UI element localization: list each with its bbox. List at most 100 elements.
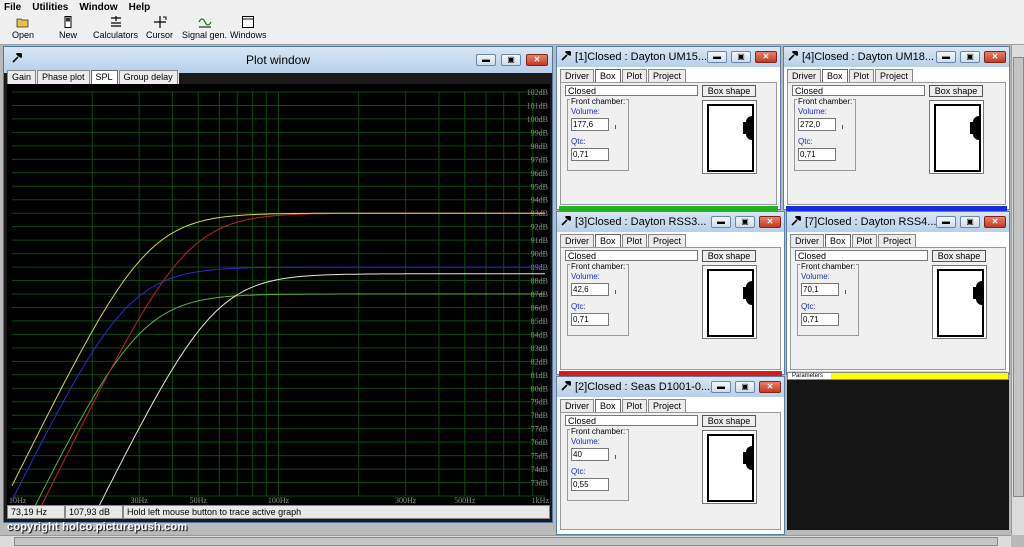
menu-help[interactable]: Help (129, 2, 151, 13)
calculators-button[interactable]: Calculators (93, 16, 138, 40)
tab-project[interactable]: Project (648, 234, 687, 247)
tab-plot[interactable]: Plot (851, 234, 878, 247)
close-button[interactable]: ✕ (759, 216, 781, 228)
tab-plot[interactable]: Plot (621, 234, 648, 247)
box-shape-button[interactable]: Box shape (702, 85, 756, 97)
volume-field[interactable]: 177,6 (571, 118, 609, 131)
box-shape-button[interactable]: Box shape (929, 85, 983, 97)
front-chamber-label: Front chamber: (800, 262, 857, 271)
enclosure-window-4: [4]Closed : Dayton UM18... ▬ ▣ ✕ Driver … (783, 46, 1010, 211)
wrench-icon (561, 50, 572, 63)
box-shape-button[interactable]: Box shape (932, 250, 986, 262)
new-button[interactable]: New (59, 16, 77, 40)
volume-label: Volume: (571, 437, 600, 446)
tab-project[interactable]: Project (875, 69, 914, 82)
maximize-button[interactable]: ▣ (735, 216, 755, 228)
minimize-button[interactable]: ▬ (711, 381, 731, 393)
menu-file[interactable]: File (4, 2, 21, 13)
maximize-button[interactable]: ▣ (960, 216, 980, 228)
qtc-field[interactable]: 0,55 (571, 478, 609, 491)
tab-spl[interactable]: SPL (90, 70, 118, 84)
enclosure-titlebar[interactable]: [7]Closed : Dayton RSS4... ▬ ▣ ✕ (787, 212, 1009, 232)
box-type-select[interactable]: Closed (565, 250, 698, 261)
enclosure-titlebar[interactable]: [4]Closed : Dayton UM18... ▬ ▣ ✕ (784, 47, 1009, 67)
tab-gain[interactable]: Gain (7, 70, 37, 84)
vertical-scrollbar[interactable] (1011, 45, 1024, 535)
volume-field[interactable]: 272,0 (798, 118, 836, 131)
enclosure-titlebar[interactable]: [1]Closed : Dayton UM15... ▬ ▣ ✕ (557, 47, 780, 67)
x-tick-label: 10Hz (9, 496, 27, 505)
tab-project[interactable]: Project (878, 234, 917, 247)
enclosure-titlebar[interactable]: [2]Closed : Seas D1001-0... ▬ ▣ ✕ (557, 377, 784, 397)
qtc-field[interactable]: 0,71 (571, 313, 609, 326)
tab-phase-plot[interactable]: Phase plot (37, 70, 90, 84)
vertical-scroll-thumb[interactable] (1013, 57, 1024, 497)
horizontal-scrollbar[interactable] (0, 535, 1011, 547)
tab-driver[interactable]: Driver (790, 234, 824, 247)
tab-group-delay[interactable]: Group delay (118, 70, 178, 84)
minimize-button[interactable]: ▬ (476, 54, 496, 66)
cursor-button[interactable]: Cursor (146, 16, 173, 40)
signal-generator-button[interactable]: Signal gen. (182, 16, 227, 40)
tab-box[interactable]: Box (595, 234, 621, 247)
close-button[interactable]: ✕ (755, 51, 777, 63)
tab-box[interactable]: Box (595, 399, 621, 412)
spl-chart[interactable]: 102dB 101dB 100dB 99dB 98dB 97dB 96dB 95dB 94dB 9… (7, 84, 550, 517)
close-button[interactable]: ✕ (526, 54, 548, 66)
front-chamber-label: Front chamber: (797, 97, 854, 106)
y-tick-label: 84dB (531, 330, 548, 339)
speaker-magnet-icon (743, 122, 749, 134)
enclosure-tabs: Driver Box Plot Project (560, 234, 687, 247)
menu-utilities[interactable]: Utilities (32, 2, 68, 13)
qtc-field[interactable]: 0,71 (571, 148, 609, 161)
box-type-select[interactable]: Closed (792, 85, 925, 96)
tab-plot[interactable]: Plot (621, 69, 648, 82)
qtc-label: Qtc: (571, 137, 586, 146)
tab-box[interactable]: Box (822, 69, 848, 82)
close-button[interactable]: ✕ (984, 216, 1006, 228)
maximize-button[interactable]: ▣ (501, 54, 521, 66)
menu-window[interactable]: Window (79, 2, 117, 13)
front-chamber-group: Front chamber: Volume: 272,0 Qtc: 0,71 (794, 97, 856, 171)
box-shape-button[interactable]: Box shape (702, 250, 756, 262)
tab-plot[interactable]: Plot (848, 69, 875, 82)
tab-plot[interactable]: Plot (621, 399, 648, 412)
tab-driver[interactable]: Driver (560, 69, 594, 82)
volume-field[interactable]: 40 (571, 448, 609, 461)
maximize-button[interactable]: ▣ (731, 51, 751, 63)
minimize-button[interactable]: ▬ (936, 216, 956, 228)
maximize-button[interactable]: ▣ (960, 51, 980, 63)
box-type-select[interactable]: Closed (565, 85, 698, 96)
enclosure-titlebar[interactable]: [3]Closed : Dayton RSS3... ▬ ▣ ✕ (557, 212, 784, 232)
tab-driver[interactable]: Driver (787, 69, 821, 82)
minimize-button[interactable]: ▬ (707, 51, 727, 63)
volume-field[interactable]: 70,1 (801, 283, 839, 296)
front-chamber-label: Front chamber: (570, 427, 627, 436)
maximize-button[interactable]: ▣ (735, 381, 755, 393)
qtc-field[interactable]: 0,71 (801, 313, 839, 326)
box-type-select[interactable]: Closed (795, 250, 928, 261)
qtc-field[interactable]: 0,71 (798, 148, 836, 161)
box-shape-button[interactable]: Box shape (702, 415, 756, 427)
spl-plot-area[interactable]: 102dB 101dB 100dB 99dB 98dB 97dB 96dB 95dB 94dB 9… (7, 84, 550, 517)
horizontal-scroll-thumb[interactable] (14, 537, 998, 546)
box-type-select[interactable]: Closed (565, 415, 698, 426)
open-button[interactable]: Open (12, 16, 34, 40)
tab-box[interactable]: Box (595, 69, 621, 82)
speaker-magnet-icon (743, 287, 749, 299)
windows-button[interactable]: Windows (230, 16, 267, 40)
tab-box[interactable]: Box (825, 234, 851, 247)
y-tick-label: 91dB (531, 236, 548, 245)
tab-project[interactable]: Project (648, 69, 687, 82)
minimize-button[interactable]: ▬ (936, 51, 956, 63)
tab-driver[interactable]: Driver (560, 399, 594, 412)
tab-driver[interactable]: Driver (560, 234, 594, 247)
tab-project[interactable]: Project (648, 399, 687, 412)
status-frequency: 73,19 Hz (7, 505, 65, 519)
volume-field[interactable]: 42,6 (571, 283, 609, 296)
minimize-button[interactable]: ▬ (711, 216, 731, 228)
enclosure-window-2: [2]Closed : Seas D1001-0... ▬ ▣ ✕ Driver… (556, 376, 785, 535)
close-button[interactable]: ✕ (984, 51, 1006, 63)
close-button[interactable]: ✕ (759, 381, 781, 393)
x-tick-label: 500Hz (454, 496, 476, 505)
